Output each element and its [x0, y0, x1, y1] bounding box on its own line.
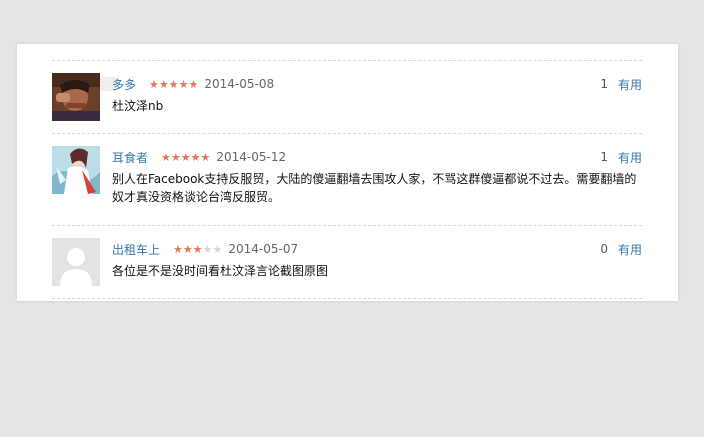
- useful-button[interactable]: 有用: [618, 241, 642, 258]
- star-icon: ★: [212, 242, 223, 256]
- useful-count: 1: [600, 150, 608, 164]
- star-icon: ★: [202, 242, 213, 256]
- review-date: 2014-05-12: [216, 150, 287, 164]
- star-icon: ★: [182, 242, 193, 256]
- reviews-card: 多多 ★ ★ ★ ★ ★ 2014-05-08 1 有用 杜汶泽nb 耳食者 ★…: [17, 44, 678, 301]
- divider: [52, 298, 642, 299]
- rating-stars: ★ ★ ★ ★ ★: [149, 79, 198, 90]
- star-icon: ★: [161, 150, 171, 164]
- rating-stars: ★ ★ ★ ★ ★: [161, 152, 210, 163]
- review-date: 2014-05-08: [204, 77, 275, 91]
- review-item: 耳食者 ★ ★ ★ ★ ★ 2014-05-12 1 有用 别人在Faceboo…: [52, 146, 642, 224]
- author-link[interactable]: 多多: [112, 76, 136, 93]
- review-text: 别人在Facebook支持反服贸，大陆的傻逼翻墙去围攻人家，不骂这群傻逼都说不过…: [112, 172, 637, 204]
- author-link[interactable]: 耳食者: [112, 149, 148, 166]
- rating-stars: ★ ★ ★ ★ ★: [173, 244, 222, 255]
- star-icon: ★: [188, 77, 199, 91]
- useful-button[interactable]: 有用: [618, 149, 642, 166]
- useful-button[interactable]: 有用: [618, 76, 642, 93]
- avatar[interactable]: [52, 73, 100, 121]
- author-link[interactable]: 出租车上: [112, 241, 160, 258]
- star-icon: ★: [173, 242, 183, 256]
- divider: [52, 60, 642, 61]
- star-icon: ★: [158, 77, 169, 91]
- review-text: 杜汶泽nb: [112, 99, 164, 113]
- avatar[interactable]: [52, 146, 100, 194]
- divider: [52, 225, 642, 226]
- star-icon: ★: [178, 77, 189, 91]
- review-date: 2014-05-07: [228, 242, 299, 256]
- star-icon: ★: [149, 77, 159, 91]
- useful-count: 0: [600, 242, 608, 256]
- star-icon: ★: [180, 150, 191, 164]
- star-icon: ★: [170, 150, 181, 164]
- divider: [52, 133, 642, 134]
- review-text: 各位是不是没时间看杜汶泽言论截图原图: [112, 264, 329, 278]
- star-icon: ★: [192, 242, 203, 256]
- star-icon: ★: [168, 77, 179, 91]
- avatar[interactable]: [52, 238, 100, 286]
- review-item: 出租车上 ★ ★ ★ ★ ★ 2014-05-07 0 有用 各位是不是没时间看…: [52, 238, 642, 294]
- useful-count: 1: [600, 77, 608, 91]
- star-icon: ★: [200, 150, 211, 164]
- review-item: 多多 ★ ★ ★ ★ ★ 2014-05-08 1 有用 杜汶泽nb: [52, 73, 642, 133]
- star-icon: ★: [190, 150, 201, 164]
